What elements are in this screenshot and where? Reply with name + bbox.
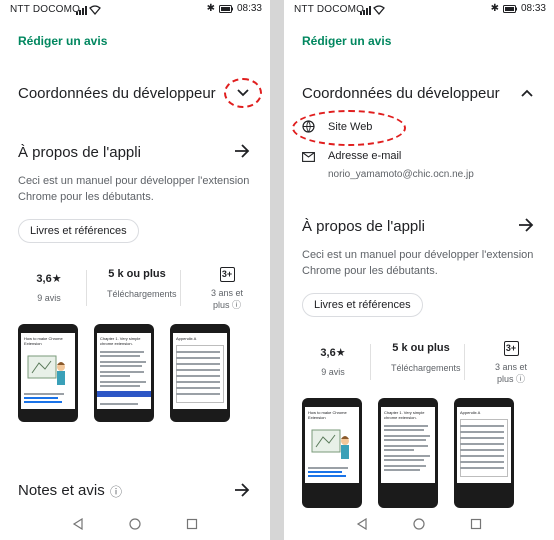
category-chip[interactable]: Livres et références xyxy=(18,219,139,243)
rating-stat: 3,6★ 9 avis xyxy=(298,346,368,378)
downloads-label: Téléchargements xyxy=(391,363,461,373)
app-screenshot[interactable]: Appendix A xyxy=(454,398,514,508)
annotation-circle xyxy=(292,110,406,146)
bluetooth-icon: ✱ xyxy=(206,3,215,14)
panel-divider xyxy=(270,0,284,540)
screenshot-title: Appendix A xyxy=(176,336,197,341)
rating-count: 9 avis xyxy=(321,367,345,377)
recents-icon[interactable] xyxy=(470,518,482,530)
about-app-row[interactable]: À propos de l'appli xyxy=(0,140,270,166)
screenshot-title: How to make Chrome Extension xyxy=(24,336,63,346)
arrow-right-icon[interactable] xyxy=(518,218,534,232)
clock: 08:33 xyxy=(236,3,262,14)
age-rating-stat: 3+ 3 ans et plus ⓘ xyxy=(192,267,262,311)
screenshot-title: Chapter 1. Very simple chrome extension. xyxy=(384,410,425,420)
developer-contact-title: Coordonnées du développeur xyxy=(302,85,500,102)
home-icon[interactable] xyxy=(413,518,425,530)
carrier-label: NTT DOCOMO xyxy=(10,4,81,15)
app-description: Ceci est un manuel pour développer l'ext… xyxy=(302,249,534,277)
back-icon[interactable] xyxy=(72,518,84,530)
bluetooth-icon: ✱ xyxy=(490,3,499,14)
about-app-title: À propos de l'appli xyxy=(302,218,425,235)
age-rating-label[interactable]: 3 ans et plus ⓘ xyxy=(491,361,531,385)
screenshot-title: Appendix A xyxy=(460,410,481,415)
info-icon[interactable]: ⓘ xyxy=(110,483,122,500)
illustration-image xyxy=(27,355,65,385)
category-chip[interactable]: Livres et références xyxy=(302,293,423,317)
screenshot-title: Chapter 1. Very simple chrome extension. xyxy=(100,336,141,346)
about-app-row[interactable]: À propos de l'appli xyxy=(284,214,554,240)
battery-icon xyxy=(218,4,233,13)
write-review-link[interactable]: Rédiger un avis xyxy=(18,34,107,48)
system-nav-bar xyxy=(0,508,270,540)
downloads-value: 5 k ou plus xyxy=(108,268,166,280)
downloads-label: Téléchargements xyxy=(107,289,177,299)
developer-contact-title: Coordonnées du développeur xyxy=(18,85,216,102)
clock: 08:33 xyxy=(520,3,546,14)
downloads-value: 5 k ou plus xyxy=(392,342,450,354)
signal-wifi-icon xyxy=(360,5,385,15)
carrier-label: NTT DOCOMO xyxy=(294,4,365,15)
battery-icon xyxy=(502,4,517,13)
app-screenshot[interactable]: How to make Chrome Extension xyxy=(302,398,362,508)
stat-divider xyxy=(86,270,87,306)
app-screenshot[interactable]: Appendix A xyxy=(170,324,230,422)
ratings-reviews-row[interactable]: Notes et avis ⓘ xyxy=(0,478,270,502)
email-label: Adresse e-mail xyxy=(328,150,402,162)
downloads-stat: 5 k ou plus Téléchargements xyxy=(102,268,177,300)
arrow-right-icon[interactable] xyxy=(234,144,250,158)
email-address[interactable]: norio_yamamoto@chic.ocn.ne.jp xyxy=(328,169,474,180)
recents-icon[interactable] xyxy=(186,518,198,530)
stat-divider xyxy=(370,344,371,380)
left-screenshot-panel: NTT DOCOMO ✱ 08:33 Rédiger un avis Coord… xyxy=(0,0,270,540)
screenshot-title: How to make Chrome Extension xyxy=(308,410,347,420)
ratings-reviews-title: Notes et avis xyxy=(18,482,105,499)
system-nav-bar xyxy=(284,508,554,540)
status-bar: NTT DOCOMO ✱ 08:33 xyxy=(284,0,554,20)
age-rating-label[interactable]: 3 ans et plus ⓘ xyxy=(207,287,247,311)
email-icon xyxy=(302,152,315,162)
email-row[interactable]: Adresse e-mail norio_yamamoto@chic.ocn.n… xyxy=(284,148,554,184)
developer-contact-row[interactable]: Coordonnées du développeur xyxy=(284,76,554,110)
stat-divider xyxy=(464,344,465,380)
app-screenshot[interactable]: Chapter 1. Very simple chrome extension. xyxy=(94,324,154,422)
status-bar: NTT DOCOMO ✱ 08:33 xyxy=(0,0,270,20)
annotation-circle xyxy=(224,78,262,108)
rating-count: 9 avis xyxy=(37,293,61,303)
chevron-up-icon[interactable] xyxy=(520,88,534,98)
app-description: Ceci est un manuel pour développer l'ext… xyxy=(18,175,250,203)
app-screenshot[interactable]: Chapter 1. Very simple chrome extension. xyxy=(378,398,438,508)
age-rating-stat: 3+ 3 ans et plus ⓘ xyxy=(476,341,546,385)
signal-wifi-icon xyxy=(76,5,101,15)
right-screenshot-panel: NTT DOCOMO ✱ 08:33 Rédiger un avis Coord… xyxy=(284,0,554,540)
about-app-title: À propos de l'appli xyxy=(18,144,141,161)
stat-divider xyxy=(180,270,181,306)
rating-value: 3,6★ xyxy=(320,347,346,359)
write-review-link[interactable]: Rédiger un avis xyxy=(302,34,391,48)
rating-value: 3,6★ xyxy=(36,273,62,285)
app-screenshot[interactable]: How to make Chrome Extension xyxy=(18,324,78,422)
age-rating-badge: 3+ xyxy=(219,267,235,282)
rating-stat: 3,6★ 9 avis xyxy=(14,272,84,304)
illustration-image xyxy=(311,429,349,459)
arrow-right-icon[interactable] xyxy=(234,483,250,497)
downloads-stat: 5 k ou plus Téléchargements xyxy=(386,342,461,374)
age-rating-badge: 3+ xyxy=(503,341,519,356)
back-icon[interactable] xyxy=(356,518,368,530)
home-icon[interactable] xyxy=(129,518,141,530)
